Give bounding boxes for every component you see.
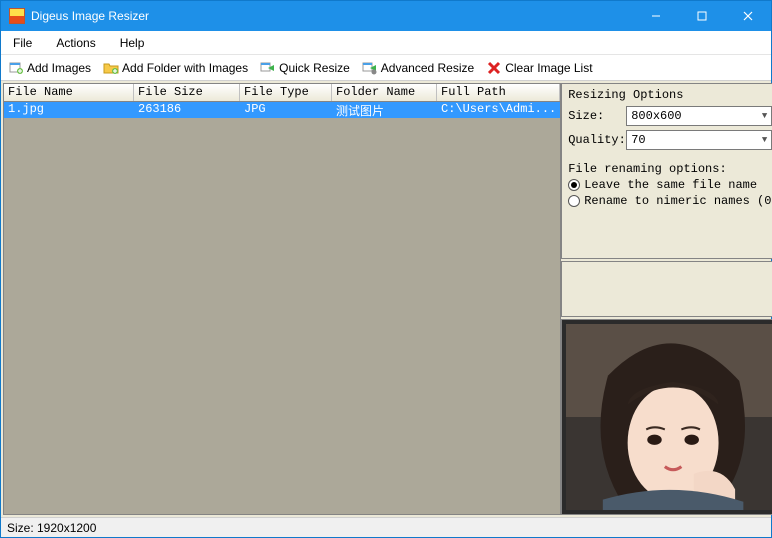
quick-resize-button[interactable]: Quick Resize	[257, 58, 353, 78]
menu-actions[interactable]: Actions	[50, 34, 101, 52]
cell-file-name: 1.jpg	[4, 102, 134, 118]
add-folder-button[interactable]: Add Folder with Images	[100, 58, 251, 78]
advanced-resize-label: Advanced Resize	[381, 61, 474, 75]
size-selector[interactable]: 800x600 ▼	[626, 106, 772, 126]
radio-numeric-label: Rename to nimeric names (00, 01, ...	[584, 194, 772, 208]
add-images-button[interactable]: Add Images	[5, 58, 94, 78]
grid-header: File Name File Size File Type Folder Nam…	[4, 84, 560, 102]
add-images-icon	[8, 60, 24, 76]
content-area: File Name File Size File Type Folder Nam…	[1, 81, 771, 517]
quick-resize-icon	[260, 60, 276, 76]
preview-image	[566, 324, 772, 510]
minimize-button[interactable]	[633, 1, 679, 31]
status-text: Size: 1920x1200	[7, 521, 96, 535]
clear-list-button[interactable]: Clear Image List	[483, 58, 595, 78]
quality-value: 70	[631, 133, 645, 147]
col-folder-name[interactable]: Folder Name	[332, 84, 437, 101]
size-label: Size:	[568, 109, 624, 123]
preview-image-panel	[561, 319, 772, 515]
close-button[interactable]	[725, 1, 771, 31]
toolbar: Add Images Add Folder with Images Quick …	[1, 55, 771, 81]
chevron-down-icon: ▼	[762, 111, 767, 121]
resizing-options-title: Resizing Options	[568, 88, 772, 102]
size-value: 800x600	[631, 109, 681, 123]
radio-icon	[568, 195, 580, 207]
add-folder-label: Add Folder with Images	[122, 61, 248, 75]
clear-list-label: Clear Image List	[505, 61, 592, 75]
cell-full-path: C:\Users\Admi...	[437, 102, 560, 118]
radio-same-label: Leave the same file name	[584, 178, 757, 192]
advanced-resize-button[interactable]: Advanced Resize	[359, 58, 477, 78]
cell-file-size: 263186	[134, 102, 240, 118]
cell-file-type: JPG	[240, 102, 332, 118]
grid-body[interactable]	[4, 118, 560, 514]
window-title: Digeus Image Resizer	[31, 9, 633, 23]
col-file-size[interactable]: File Size	[134, 84, 240, 101]
table-row[interactable]: 1.jpg 263186 JPG 测试图片 C:\Users\Admi...	[4, 102, 560, 118]
file-list[interactable]: File Name File Size File Type Folder Nam…	[3, 83, 561, 515]
chevron-down-icon: ▼	[762, 135, 767, 145]
menu-help[interactable]: Help	[114, 34, 151, 52]
menu-file[interactable]: File	[7, 34, 38, 52]
radio-same-name[interactable]: Leave the same file name	[568, 178, 772, 192]
rename-options-title: File renaming options:	[568, 162, 772, 176]
maximize-button[interactable]	[679, 1, 725, 31]
advanced-resize-icon	[362, 60, 378, 76]
radio-numeric-name[interactable]: Rename to nimeric names (00, 01, ...	[568, 194, 772, 208]
cell-folder-name: 测试图片	[332, 102, 437, 118]
right-panel: Resizing Options Size: 800x600 ▼ Quality…	[561, 83, 772, 515]
menubar: File Actions Help	[1, 31, 771, 55]
add-folder-icon	[103, 60, 119, 76]
quality-label: Quality:	[568, 133, 624, 147]
radio-icon	[568, 179, 580, 191]
resizing-options-panel: Resizing Options Size: 800x600 ▼ Quality…	[561, 83, 772, 259]
quality-selector[interactable]: 70 ▼	[626, 130, 772, 150]
col-full-path[interactable]: Full Path	[437, 84, 560, 101]
add-images-label: Add Images	[27, 61, 91, 75]
titlebar: Digeus Image Resizer	[1, 1, 771, 31]
app-icon	[9, 8, 25, 24]
quick-resize-label: Quick Resize	[279, 61, 350, 75]
statusbar: Size: 1920x1200	[1, 517, 771, 537]
col-file-type[interactable]: File Type	[240, 84, 332, 101]
preview-info-panel	[561, 261, 772, 317]
col-file-name[interactable]: File Name	[4, 84, 134, 101]
clear-list-icon	[486, 60, 502, 76]
